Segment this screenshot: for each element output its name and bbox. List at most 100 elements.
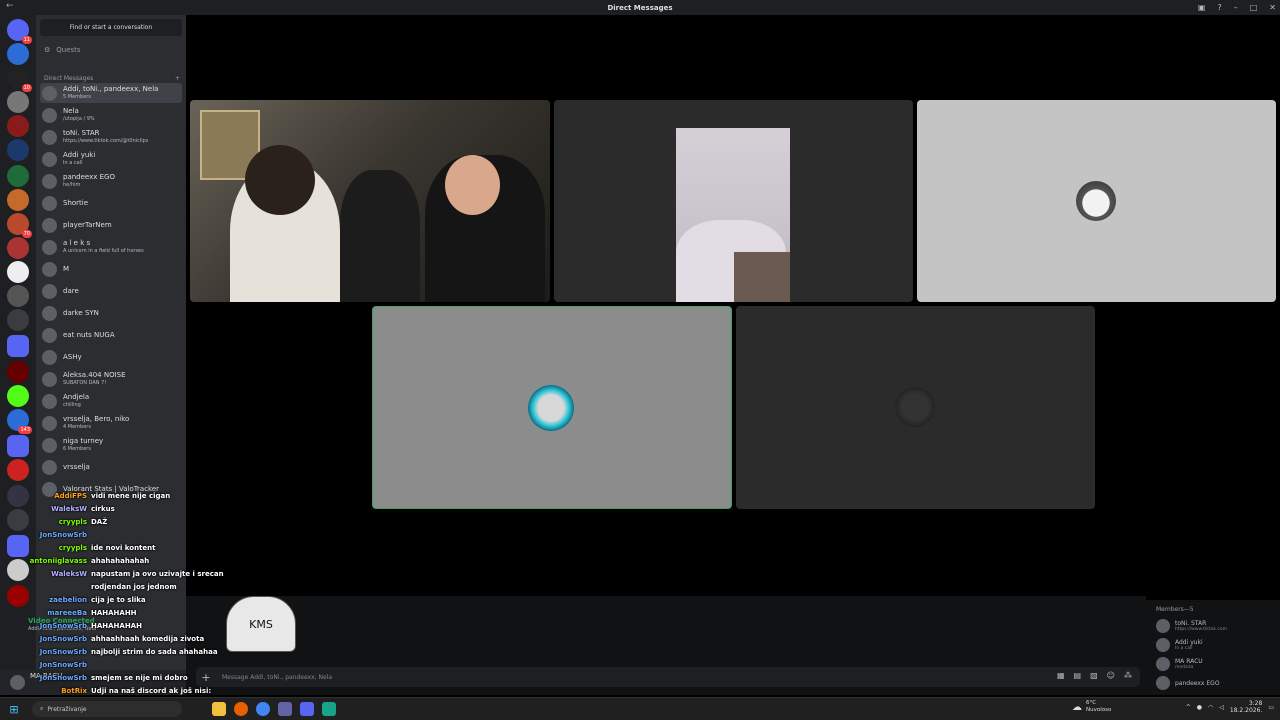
chat-username: JonSnowSrb (39, 531, 87, 539)
dm-name: eat nuts NUGA (63, 331, 115, 339)
server-icon[interactable] (7, 261, 29, 283)
dm-subtitle: A unicorn in a field full of horses (63, 248, 144, 254)
dm-item[interactable]: eat nuts NUGA (40, 325, 182, 345)
dm-name: darke SYN (63, 309, 99, 317)
tray-app-icon[interactable]: ● (1197, 704, 1202, 711)
dm-text: Shortie (63, 199, 88, 207)
dm-item[interactable]: vrsselja (40, 457, 182, 477)
find-conversation-button[interactable]: Find or start a conversation (40, 19, 182, 36)
inbox-icon[interactable]: ▣ (1198, 3, 1206, 12)
server-icon[interactable] (7, 285, 29, 307)
server-icon[interactable]: 10 (7, 67, 32, 92)
notification-icon[interactable]: ▭ (1268, 704, 1274, 711)
sticker-text: KMS (249, 617, 273, 631)
help-icon[interactable]: ? (1217, 3, 1221, 12)
member-item[interactable]: MA RACU medada (1156, 656, 1203, 672)
dm-text: toNi. STAR https://www.tiktok.com/@t0nicl… (63, 129, 148, 145)
dm-item[interactable]: ASHy (40, 347, 182, 367)
dm-item[interactable]: playerTarNem (40, 215, 182, 235)
folder-icon[interactable] (7, 335, 29, 357)
quests-item[interactable]: ⚙ Quests (44, 46, 81, 54)
volume-icon[interactable]: ◁ (1219, 704, 1224, 711)
close-button[interactable]: ✕ (1269, 3, 1276, 12)
server-icon[interactable] (7, 459, 29, 481)
call-stage (186, 15, 1280, 695)
system-tray: ^ ● ◠ ◁ 3:28 18.2.2026. ▭ (1186, 700, 1274, 714)
member-item[interactable]: Addi yuki In a call (1156, 637, 1203, 653)
back-arrow-icon[interactable]: ← (6, 1, 14, 11)
member-item[interactable]: pandeexx EGO (1156, 675, 1220, 691)
dm-item[interactable]: dare (40, 281, 182, 301)
dm-text: a l e k sA unicorn in a field full of ho… (63, 239, 144, 255)
wifi-icon[interactable]: ◠ (1208, 704, 1213, 711)
emoji-icon[interactable]: ☺ (1107, 671, 1115, 680)
gift-icon[interactable]: ▦ (1057, 671, 1065, 680)
member-item[interactable]: toNi. STAR https://www.tiktok.com (1156, 618, 1227, 634)
participant-tile[interactable] (917, 100, 1276, 302)
server-icon[interactable] (7, 189, 29, 211)
tray-chevron-icon[interactable]: ^ (1186, 704, 1191, 711)
app-icon[interactable] (278, 702, 292, 716)
server-icon[interactable] (7, 91, 29, 113)
gif-icon[interactable]: ▤ (1074, 671, 1082, 680)
attach-icon[interactable]: + (196, 671, 216, 684)
server-icon[interactable] (7, 165, 29, 187)
dm-item[interactable]: Andjela chilling (40, 391, 182, 411)
dm-item[interactable]: Nela/utopija / 9% (40, 105, 182, 125)
dm-item[interactable]: a l e k sA unicorn in a field full of ho… (40, 237, 182, 257)
avatar (42, 261, 57, 277)
server-icon[interactable]: 143 (7, 409, 32, 434)
avatar (42, 437, 57, 453)
apps-icon[interactable]: ⁂ (1124, 671, 1132, 680)
app-icon[interactable] (322, 702, 336, 716)
overlay-chat-line: AddiFPS vidi mene nije cigan (0, 492, 170, 500)
server-icon[interactable] (7, 115, 29, 137)
dm-item[interactable]: Aleksa.404 NOISE SUBATON DAN 7! (40, 369, 182, 389)
server-icon[interactable]: 70 (7, 213, 32, 238)
taskbar-search[interactable]: ⌕ Pretraživanje (32, 701, 182, 717)
dm-name: niga turney (63, 437, 104, 445)
dm-item[interactable]: toNi. STAR https://www.tiktok.com/@t0nicl… (40, 127, 182, 147)
dm-item[interactable]: Addi yuki In a call (40, 149, 182, 169)
member-text: MA RACU medada (1175, 658, 1203, 671)
maximize-button[interactable]: □ (1250, 3, 1258, 12)
discord-icon[interactable] (300, 702, 314, 716)
participant-tile-speaking[interactable] (372, 306, 732, 509)
chat-username: cryypls (58, 518, 87, 526)
dm-item[interactable]: Addi, toNi., pandeexx, Nela 5 Members (40, 83, 182, 103)
server-icon[interactable] (7, 139, 29, 161)
dm-subtitle: SUBATON DAN 7! (63, 380, 107, 386)
chrome-icon[interactable] (256, 702, 270, 716)
sticker-icon[interactable]: ▧ (1090, 671, 1098, 680)
windows-start-icon[interactable]: ⊞ (4, 703, 24, 716)
create-dm-icon[interactable]: + (175, 75, 180, 82)
home-button[interactable]: 11 (7, 19, 32, 44)
clock[interactable]: 3:28 18.2.2026. (1230, 700, 1262, 714)
server-icon[interactable] (7, 385, 29, 407)
dm-text: eat nuts NUGA (63, 331, 115, 339)
avatar (42, 239, 57, 255)
video-tile[interactable] (190, 100, 550, 302)
weather-widget[interactable]: ☁ 6°C Nuvoloso (1072, 700, 1111, 714)
server-icon[interactable] (7, 237, 29, 259)
dm-item[interactable]: vrsselja, Bero, niko 4 Members (40, 413, 182, 433)
dm-name: Andjela (63, 393, 90, 401)
server-icon[interactable] (7, 361, 29, 383)
server-icon[interactable] (7, 309, 29, 331)
message-input[interactable]: + Message Addi, toNi., pandeexx, Nela ▦ … (196, 667, 1140, 687)
dm-item[interactable]: M (40, 259, 182, 279)
dm-item[interactable]: pandeexx EGO he/him (40, 171, 182, 191)
dm-text: Nela/utopija / 9% (63, 107, 95, 123)
dm-item[interactable]: niga turney 6 Members (40, 435, 182, 455)
video-tile[interactable] (554, 100, 913, 302)
firefox-icon[interactable] (234, 702, 248, 716)
dm-item[interactable]: darke SYN (40, 303, 182, 323)
folder-icon[interactable] (7, 435, 29, 457)
file-explorer-icon[interactable] (212, 702, 226, 716)
dm-item[interactable]: Shortie (40, 193, 182, 213)
clock-date: 18.2.2026. (1229, 707, 1263, 714)
member-name: MA RACU (1175, 657, 1203, 665)
server-icon[interactable] (7, 43, 29, 65)
participant-tile[interactable] (736, 306, 1095, 509)
minimize-button[interactable]: – (1234, 3, 1238, 12)
